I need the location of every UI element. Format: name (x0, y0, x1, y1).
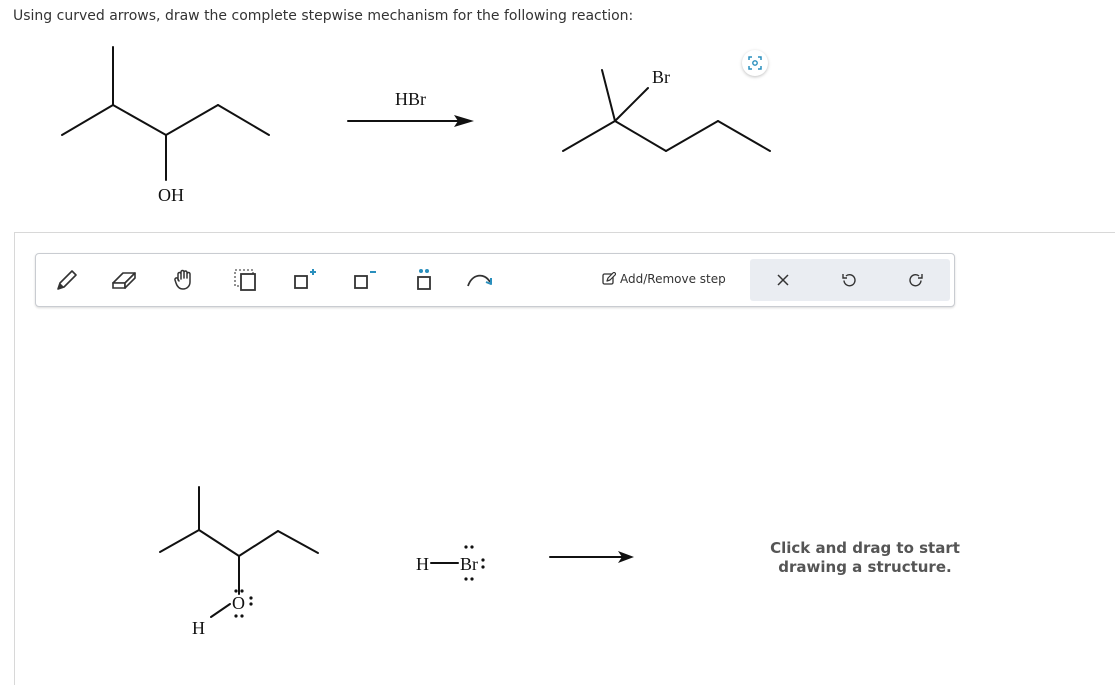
negative-charge-tool[interactable] (349, 264, 381, 296)
curved-arrow-tool[interactable] (464, 264, 496, 296)
positive-charge-icon (294, 269, 316, 289)
lone-pair-icon (417, 269, 431, 290)
add-remove-step-button[interactable]: Add/Remove step (602, 272, 726, 286)
redo-icon (909, 274, 923, 287)
focus-view-button[interactable] (742, 50, 768, 76)
pencil-icon (57, 270, 77, 290)
hint-line-1: Click and drag to start (770, 539, 960, 557)
move-tool[interactable] (169, 264, 201, 296)
reaction-scheme: OH HBr Br (61, 46, 771, 205)
product-br-label: Br (652, 67, 670, 87)
reaction-arrow (347, 115, 474, 127)
clear-button[interactable] (768, 265, 798, 295)
drawing-hint: Click and drag to start drawing a struct… (760, 539, 970, 577)
marquee-select-icon (234, 269, 256, 291)
select-tool[interactable] (229, 264, 261, 296)
undo-button[interactable] (834, 265, 864, 295)
positive-charge-tool[interactable] (289, 264, 321, 296)
reactant-oh-label: OH (158, 185, 184, 205)
add-remove-step-label: Add/Remove step (620, 272, 726, 286)
focus-icon (748, 56, 762, 70)
action-buttons (750, 259, 950, 301)
close-icon (777, 274, 789, 286)
redo-button[interactable] (901, 265, 931, 295)
hand-icon (174, 269, 191, 290)
edit-icon (602, 272, 616, 285)
reactant-structure (61, 46, 270, 181)
reagent-label: HBr (395, 89, 426, 109)
undo-icon (842, 274, 856, 287)
drawing-toolbar: Add/Remove step (35, 253, 955, 307)
curved-arrow-icon (467, 274, 492, 287)
lone-pair-tool[interactable] (408, 264, 440, 296)
draw-tool[interactable] (51, 264, 83, 296)
eraser-icon (112, 272, 136, 289)
negative-charge-icon (354, 271, 376, 289)
hint-line-2: drawing a structure. (778, 558, 952, 576)
erase-tool[interactable] (108, 264, 140, 296)
